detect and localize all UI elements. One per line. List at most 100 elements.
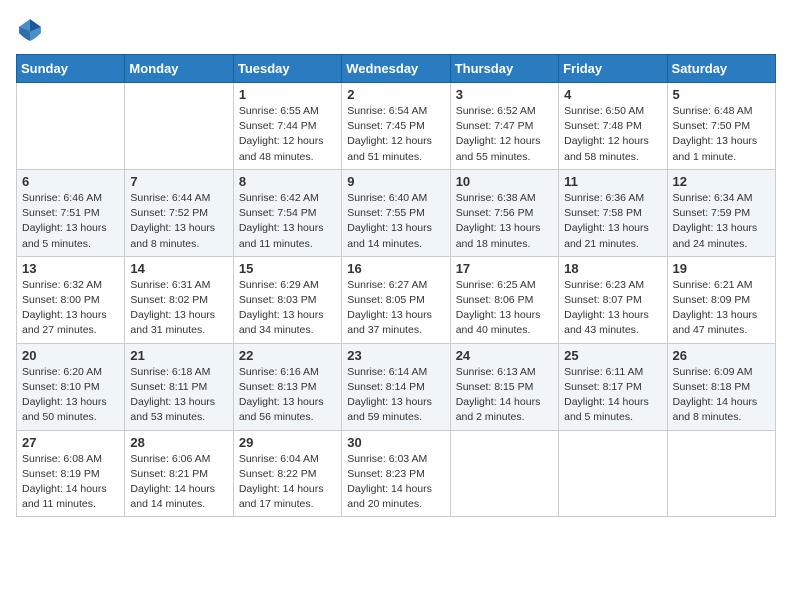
logo (16, 16, 48, 44)
calendar-cell (667, 430, 775, 517)
day-number: 6 (22, 174, 119, 189)
day-number: 29 (239, 435, 336, 450)
calendar-cell: 27 Sunrise: 6:08 AMSunset: 8:19 PMDayligh… (17, 430, 125, 517)
day-number: 15 (239, 261, 336, 276)
day-info: Sunrise: 6:09 AMSunset: 8:18 PMDaylight:… (673, 365, 770, 426)
day-number: 13 (22, 261, 119, 276)
day-info: Sunrise: 6:25 AMSunset: 8:06 PMDaylight:… (456, 278, 553, 339)
day-number: 25 (564, 348, 661, 363)
calendar-cell (559, 430, 667, 517)
day-info: Sunrise: 6:44 AMSunset: 7:52 PMDaylight:… (130, 191, 227, 252)
day-info: Sunrise: 6:14 AMSunset: 8:14 PMDaylight:… (347, 365, 444, 426)
day-info: Sunrise: 6:21 AMSunset: 8:09 PMDaylight:… (673, 278, 770, 339)
weekday-header-monday: Monday (125, 55, 233, 83)
day-info: Sunrise: 6:32 AMSunset: 8:00 PMDaylight:… (22, 278, 119, 339)
day-number: 24 (456, 348, 553, 363)
day-number: 28 (130, 435, 227, 450)
day-info: Sunrise: 6:40 AMSunset: 7:55 PMDaylight:… (347, 191, 444, 252)
day-info: Sunrise: 6:27 AMSunset: 8:05 PMDaylight:… (347, 278, 444, 339)
calendar-cell: 28 Sunrise: 6:06 AMSunset: 8:21 PMDayligh… (125, 430, 233, 517)
weekday-header-saturday: Saturday (667, 55, 775, 83)
day-number: 8 (239, 174, 336, 189)
day-info: Sunrise: 6:42 AMSunset: 7:54 PMDaylight:… (239, 191, 336, 252)
day-number: 7 (130, 174, 227, 189)
calendar-cell: 18 Sunrise: 6:23 AMSunset: 8:07 PMDayligh… (559, 256, 667, 343)
day-info: Sunrise: 6:11 AMSunset: 8:17 PMDaylight:… (564, 365, 661, 426)
calendar-week-row: 20Sunrise: 6:20 AMSunset: 8:10 PMDayligh… (17, 343, 776, 430)
day-info: Sunrise: 6:20 AMSunset: 8:10 PMDaylight:… (22, 365, 119, 426)
day-info: Sunrise: 6:54 AMSunset: 7:45 PMDaylight:… (347, 104, 444, 165)
calendar-cell: 16 Sunrise: 6:27 AMSunset: 8:05 PMDayligh… (342, 256, 450, 343)
day-info: Sunrise: 6:13 AMSunset: 8:15 PMDaylight:… (456, 365, 553, 426)
day-info: Sunrise: 6:08 AMSunset: 8:19 PMDaylight:… (22, 452, 119, 513)
day-number: 22 (239, 348, 336, 363)
calendar-cell: 4 Sunrise: 6:50 AMSunset: 7:48 PMDaylight… (559, 83, 667, 170)
calendar-cell: 21Sunrise: 6:18 AMSunset: 8:11 PMDayligh… (125, 343, 233, 430)
day-info: Sunrise: 6:50 AMSunset: 7:48 PMDaylight:… (564, 104, 661, 165)
day-info: Sunrise: 6:55 AMSunset: 7:44 PMDaylight:… (239, 104, 336, 165)
day-number: 17 (456, 261, 553, 276)
calendar-week-row: 6 Sunrise: 6:46 AMSunset: 7:51 PMDaylight… (17, 169, 776, 256)
day-number: 1 (239, 87, 336, 102)
calendar-cell: 23 Sunrise: 6:14 AMSunset: 8:14 PMDayligh… (342, 343, 450, 430)
calendar-cell: 7 Sunrise: 6:44 AMSunset: 7:52 PMDaylight… (125, 169, 233, 256)
weekday-header-thursday: Thursday (450, 55, 558, 83)
logo-icon (16, 16, 44, 44)
calendar-week-row: 1 Sunrise: 6:55 AMSunset: 7:44 PMDaylight… (17, 83, 776, 170)
weekday-header-friday: Friday (559, 55, 667, 83)
page-header (16, 16, 776, 44)
day-number: 5 (673, 87, 770, 102)
day-info: Sunrise: 6:06 AMSunset: 8:21 PMDaylight:… (130, 452, 227, 513)
calendar-cell: 19 Sunrise: 6:21 AMSunset: 8:09 PMDayligh… (667, 256, 775, 343)
day-number: 4 (564, 87, 661, 102)
calendar-cell: 30 Sunrise: 6:03 AMSunset: 8:23 PMDayligh… (342, 430, 450, 517)
calendar-cell (450, 430, 558, 517)
day-info: Sunrise: 6:46 AMSunset: 7:51 PMDaylight:… (22, 191, 119, 252)
day-number: 12 (673, 174, 770, 189)
calendar-table: SundayMondayTuesdayWednesdayThursdayFrid… (16, 54, 776, 517)
day-number: 19 (673, 261, 770, 276)
calendar-cell: 17 Sunrise: 6:25 AMSunset: 8:06 PMDayligh… (450, 256, 558, 343)
calendar-cell: 20Sunrise: 6:20 AMSunset: 8:10 PMDayligh… (17, 343, 125, 430)
calendar-cell: 25 Sunrise: 6:11 AMSunset: 8:17 PMDayligh… (559, 343, 667, 430)
day-number: 18 (564, 261, 661, 276)
calendar-week-row: 27 Sunrise: 6:08 AMSunset: 8:19 PMDayligh… (17, 430, 776, 517)
calendar-cell: 9Sunrise: 6:40 AMSunset: 7:55 PMDaylight… (342, 169, 450, 256)
calendar-cell: 10Sunrise: 6:38 AMSunset: 7:56 PMDayligh… (450, 169, 558, 256)
day-number: 14 (130, 261, 227, 276)
weekday-header-tuesday: Tuesday (233, 55, 341, 83)
day-number: 3 (456, 87, 553, 102)
day-info: Sunrise: 6:36 AMSunset: 7:58 PMDaylight:… (564, 191, 661, 252)
day-number: 23 (347, 348, 444, 363)
calendar-cell: 15Sunrise: 6:29 AMSunset: 8:03 PMDayligh… (233, 256, 341, 343)
day-info: Sunrise: 6:23 AMSunset: 8:07 PMDaylight:… (564, 278, 661, 339)
day-info: Sunrise: 6:48 AMSunset: 7:50 PMDaylight:… (673, 104, 770, 165)
calendar-cell: 11 Sunrise: 6:36 AMSunset: 7:58 PMDayligh… (559, 169, 667, 256)
day-info: Sunrise: 6:16 AMSunset: 8:13 PMDaylight:… (239, 365, 336, 426)
day-info: Sunrise: 6:31 AMSunset: 8:02 PMDaylight:… (130, 278, 227, 339)
day-info: Sunrise: 6:52 AMSunset: 7:47 PMDaylight:… (456, 104, 553, 165)
weekday-header-sunday: Sunday (17, 55, 125, 83)
calendar-cell (17, 83, 125, 170)
calendar-cell: 14 Sunrise: 6:31 AMSunset: 8:02 PMDayligh… (125, 256, 233, 343)
calendar-cell: 13 Sunrise: 6:32 AMSunset: 8:00 PMDayligh… (17, 256, 125, 343)
calendar-week-row: 13 Sunrise: 6:32 AMSunset: 8:00 PMDayligh… (17, 256, 776, 343)
day-number: 11 (564, 174, 661, 189)
calendar-cell (125, 83, 233, 170)
day-number: 30 (347, 435, 444, 450)
calendar-cell: 24 Sunrise: 6:13 AMSunset: 8:15 PMDayligh… (450, 343, 558, 430)
day-info: Sunrise: 6:04 AMSunset: 8:22 PMDaylight:… (239, 452, 336, 513)
day-number: 16 (347, 261, 444, 276)
day-number: 10 (456, 174, 553, 189)
calendar-cell: 12 Sunrise: 6:34 AMSunset: 7:59 PMDayligh… (667, 169, 775, 256)
calendar-cell: 5 Sunrise: 6:48 AMSunset: 7:50 PMDaylight… (667, 83, 775, 170)
calendar-cell: 1 Sunrise: 6:55 AMSunset: 7:44 PMDaylight… (233, 83, 341, 170)
calendar-cell: 8 Sunrise: 6:42 AMSunset: 7:54 PMDaylight… (233, 169, 341, 256)
weekday-header-wednesday: Wednesday (342, 55, 450, 83)
day-number: 27 (22, 435, 119, 450)
day-number: 26 (673, 348, 770, 363)
day-info: Sunrise: 6:34 AMSunset: 7:59 PMDaylight:… (673, 191, 770, 252)
day-info: Sunrise: 6:03 AMSunset: 8:23 PMDaylight:… (347, 452, 444, 513)
day-info: Sunrise: 6:18 AMSunset: 8:11 PMDaylight:… (130, 365, 227, 426)
calendar-cell: 26 Sunrise: 6:09 AMSunset: 8:18 PMDayligh… (667, 343, 775, 430)
